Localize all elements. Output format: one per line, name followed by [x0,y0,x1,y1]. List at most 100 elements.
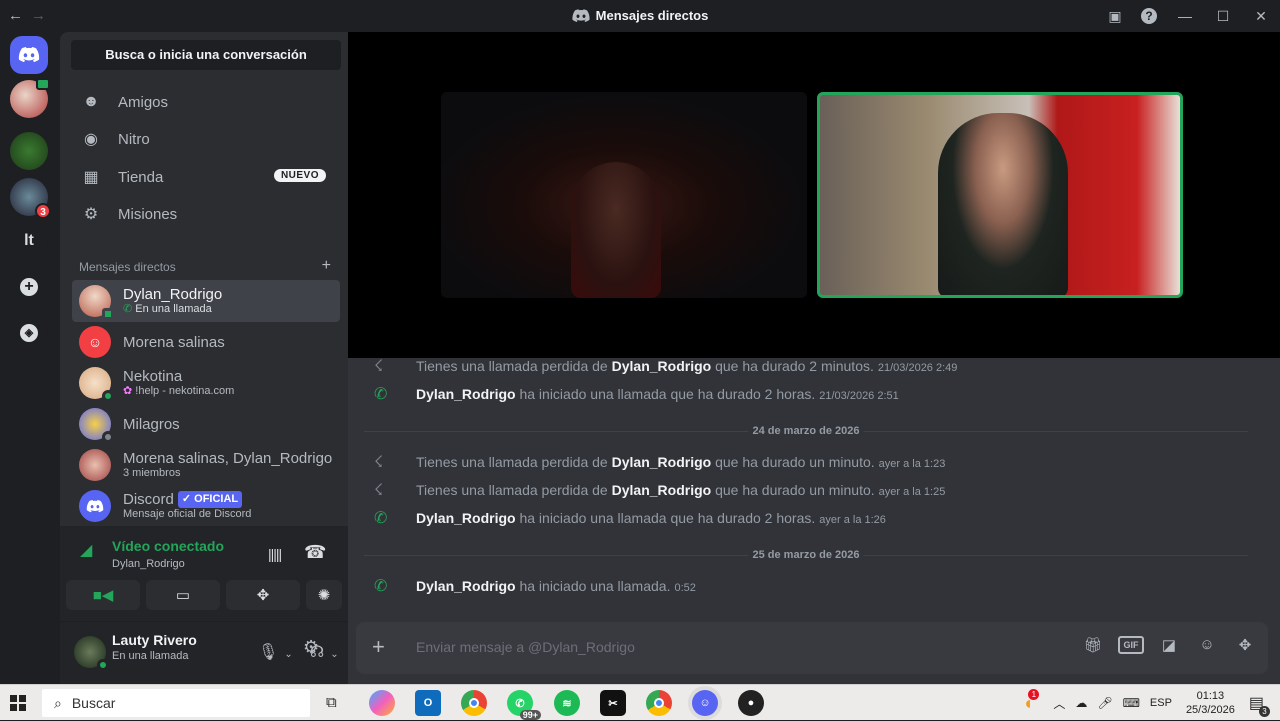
nav-nitro[interactable]: ◉ Nitro [72,121,338,157]
back-arrow-icon[interactable]: ← [8,7,23,24]
date-divider: 24 de marzo de 2026 [364,425,1248,437]
server-icon[interactable] [10,132,48,170]
phone-icon: ✆ [374,578,388,595]
help-icon[interactable]: ? [1132,0,1166,32]
attach-plus-icon[interactable]: + [372,634,385,660]
nav-shop[interactable]: ▦ Tienda NUEVO [72,159,338,195]
date-divider: 25 de marzo de 2026 [364,549,1248,561]
timestamp: 0:52 [674,582,696,594]
avatar [79,449,111,481]
video-tile-dylan[interactable] [441,92,807,298]
screen-share-icon: ▭ [175,587,191,604]
call-message: ✆ Dylan_Rodrigo ha iniciado una llamada. 0… [374,578,696,595]
camera-icon: ■◀ [92,587,114,604]
dm-item-milagros[interactable]: Milagros [72,403,340,445]
soundboard-button[interactable]: ✺ [306,580,342,610]
task-view-icon[interactable]: ⧉ [326,694,337,711]
whatsapp-icon[interactable]: ✆ 99+ [507,690,541,720]
nav-quests[interactable]: ⚙ Misiones [72,196,338,232]
gif-icon[interactable]: GIF [1118,636,1144,654]
apps-icon[interactable]: ✥ [1232,636,1258,654]
settings-icon[interactable]: ⚙ [303,637,319,658]
avatar [79,408,114,443]
quests-icon: ⚙ [83,206,99,223]
obs-icon[interactable]: ● [738,690,764,716]
discord-logo-icon [18,47,40,63]
call-message: ☇ Tienes una llamada perdida de Dylan_Rod… [374,482,946,499]
sticker-icon[interactable]: ◪ [1156,636,1182,654]
clock[interactable]: 01:13 25/3/2026 [1186,689,1235,717]
participant-video [938,113,1068,295]
username-link[interactable]: Dylan_Rodrigo [416,578,516,594]
network-icon[interactable]: ☁ [1075,696,1087,710]
user-avatar[interactable] [74,636,109,671]
chrome-profile-icon[interactable] [646,690,672,716]
notifications-icon[interactable]: ▤ 3 [1249,693,1270,717]
nav-friends[interactable]: ☻ Amigos [72,84,338,120]
dm-item-group[interactable]: Morena salinas, Dylan_Rodrigo 3 miembros [72,444,340,486]
avatar: ☺ [79,326,111,358]
username[interactable]: Lauty Rivero [112,632,197,648]
windows-start-icon[interactable] [10,695,26,711]
username-link[interactable]: Dylan_Rodrigo [416,510,516,526]
message-list: ☇ Tienes una llamada perdida de Dylan_Rod… [348,358,1280,620]
windows-taskbar: ⌕ Buscar ⧉ O ✆ 99+ ≋ ✂ ☺ ● ◖ 1 ︿ ☁ 🎤︎ ⌨ ESP… [0,684,1280,720]
capcut-icon[interactable]: ✂ [600,690,626,716]
minimize-icon[interactable]: — [1166,0,1204,32]
inbox-icon[interactable]: ▣ [1098,0,1132,32]
dm-item-morena[interactable]: ☺ Morena salinas [72,321,340,363]
weather-icon[interactable]: ◖ 1 [1022,688,1040,714]
screen-share-button[interactable]: ▭ [146,580,220,610]
disconnect-icon[interactable]: ☎ [304,542,326,563]
gift-icon[interactable]: 🎁︎ [1080,636,1106,654]
dm-avatar-guild[interactable] [10,78,50,118]
create-dm-icon[interactable]: + [322,258,331,274]
username-link[interactable]: Dylan_Rodrigo [612,358,712,374]
noise-suppression-icon[interactable]: ||||| [268,546,282,562]
server-list: 3 lt + ◈ [0,32,60,684]
dm-sidebar: Busca o inicia una conversación ☻ Amigos … [60,32,348,684]
maximize-icon[interactable]: ☐ [1204,0,1242,32]
taskbar-search[interactable]: ⌕ Buscar [42,689,310,717]
participant-video [571,162,661,298]
missed-call-icon: ☇ [374,358,384,375]
keyboard-icon[interactable]: ⌨ [1123,696,1140,710]
outlook-icon[interactable]: O [415,690,441,716]
dm-item-dylan[interactable]: Dylan_Rodrigo ✆ En una llamada [72,280,340,322]
username-link[interactable]: Dylan_Rodrigo [612,454,712,470]
dm-item-nekotina[interactable]: Nekotina ✿ !help - nekotina.com [72,362,340,404]
add-server-button[interactable]: + [10,268,48,306]
dm-item-discord[interactable]: Discord ✓ OFICIAL Mensaje oficial de Disco… [72,485,340,527]
server-icon[interactable]: lt [10,222,48,260]
search-conversation-button[interactable]: Busca o inicia una conversación [71,40,341,70]
voice-panel: ◢ Vídeo conectado Dylan_Rodrigo ||||| ☎ … [60,526,348,622]
language-indicator[interactable]: ESP [1150,697,1172,709]
forward-arrow-icon[interactable]: → [31,7,46,24]
microphone-icon[interactable]: 🎙︎ ⌄ [258,642,293,662]
message-input[interactable]: Enviar mensaje a @Dylan_Rodrigo [416,639,635,655]
voice-status[interactable]: Vídeo conectado [112,538,224,554]
emoji-icon[interactable]: ☺ [1194,636,1220,654]
volume-icon[interactable]: 🎤︎ [1097,696,1112,710]
discord-logo-icon: ☺ [87,334,103,350]
video-tile-self[interactable] [817,92,1183,298]
close-icon[interactable]: ✕ [1242,0,1280,32]
camera-button[interactable]: ■◀ [66,580,140,610]
activities-icon: ✥ [256,587,270,604]
spotify-icon[interactable]: ≋ [554,690,580,716]
username-link[interactable]: Dylan_Rodrigo [416,386,516,402]
chevron-up-icon[interactable]: ︿ [1053,695,1065,712]
username-link[interactable]: Dylan_Rodrigo [612,482,712,498]
home-button[interactable] [10,36,48,74]
copilot-icon[interactable] [369,690,395,716]
timestamp: ayer a la 1:26 [819,514,886,526]
discover-button[interactable]: ◈ [10,314,48,352]
server-icon[interactable]: 3 [10,178,51,219]
discord-taskbar-icon[interactable]: ☺ [692,690,718,716]
call-message: ✆ Dylan_Rodrigo ha iniciado una llamada q… [374,510,886,527]
chrome-icon[interactable] [461,690,487,716]
activities-button[interactable]: ✥ [226,580,300,610]
new-badge: NUEVO [273,169,326,182]
voice-channel[interactable]: Dylan_Rodrigo [112,558,185,570]
signal-icon: ◢ [80,542,93,559]
